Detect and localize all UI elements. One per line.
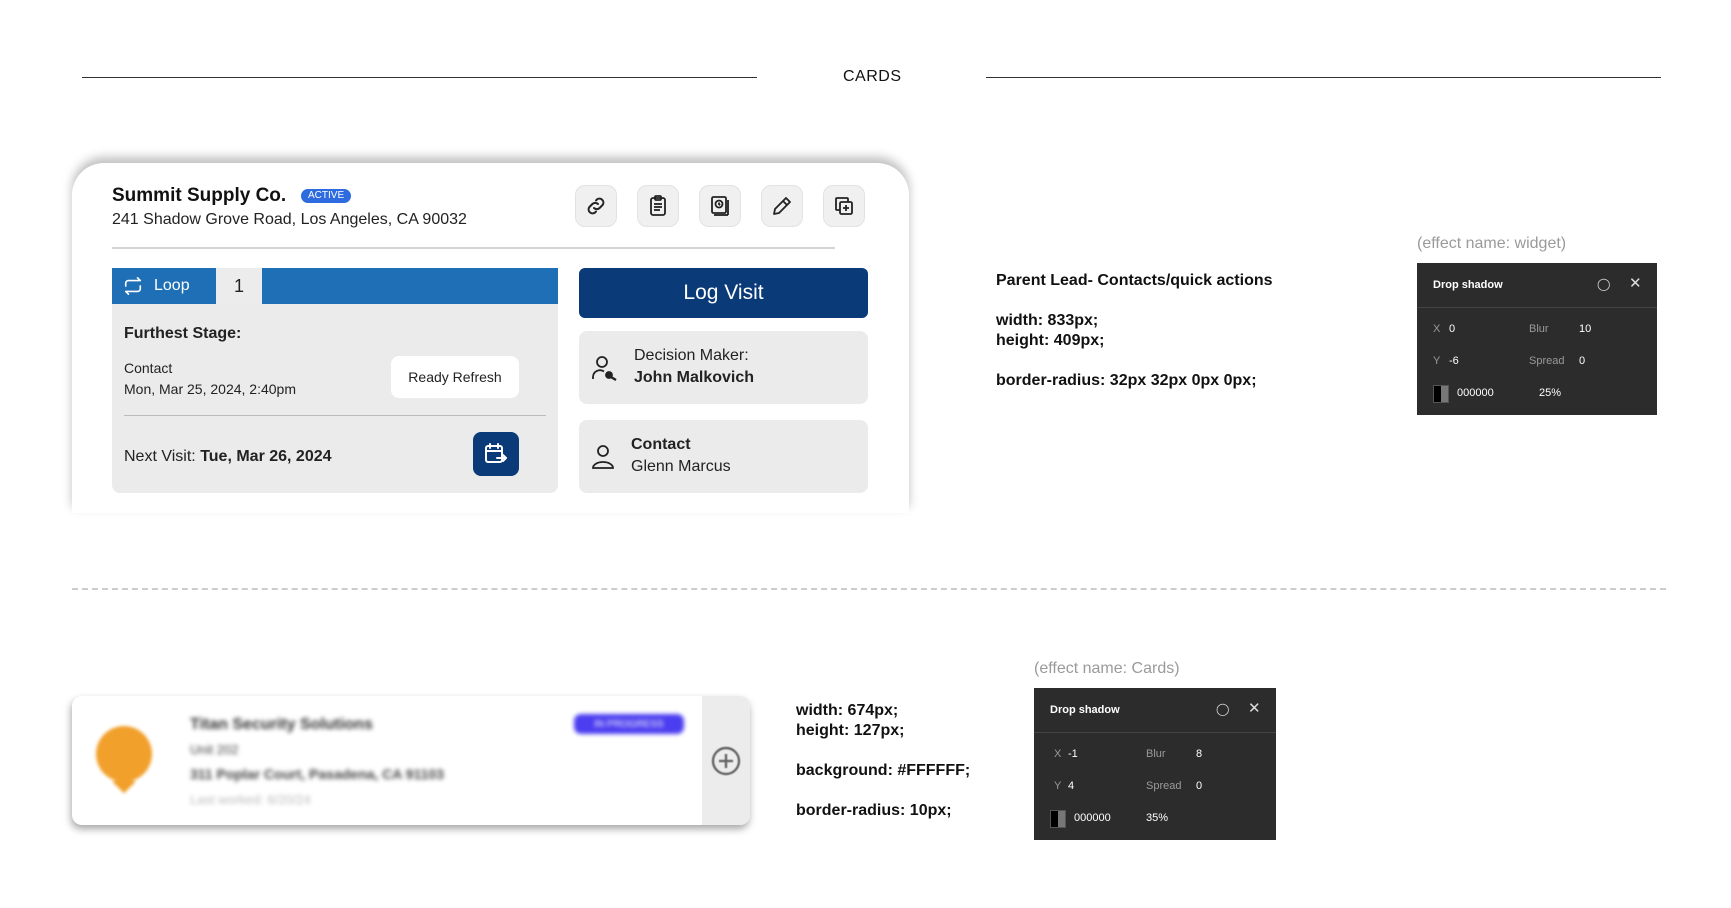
decision-maker-role: Decision Maker: (634, 347, 749, 364)
spec-title: Parent Lead- Contacts/quick actions (996, 272, 1273, 289)
color-swatch[interactable] (1433, 385, 1449, 403)
spec-small-height: height: 127px; (796, 722, 905, 739)
next-visit: Next Visit: Tue, Mar 26, 2024 (124, 448, 332, 466)
contact-name: Glenn Marcus (631, 458, 731, 475)
color-value[interactable]: 000000 (1074, 812, 1111, 824)
opacity-value[interactable]: 35% (1146, 812, 1168, 824)
contact-card[interactable]: Contact Glenn Marcus (579, 420, 868, 493)
company-name: Summit Supply Co. (112, 185, 287, 206)
stage-datetime: Mon, Mar 25, 2024, 2:40pm (124, 381, 296, 397)
stage-panel: Loop 1 Furthest Stage: Contact Mon, Mar … (112, 268, 558, 493)
clipboard-icon (650, 195, 666, 216)
furthest-stage-label: Furthest Stage: (124, 325, 242, 342)
spread-value[interactable]: 0 (1579, 355, 1585, 367)
section-separator (72, 588, 1666, 590)
next-visit-date: Tue, Mar 26, 2024 (200, 448, 332, 465)
pencil-icon (773, 197, 791, 215)
blur-label: Blur (1529, 323, 1549, 335)
drop-shadow-panel-cards: Drop shadow ◯ ✕ X -1 Blur 8 Y 4 Spread 0… (1034, 688, 1276, 840)
section-divider-right (986, 77, 1661, 78)
parent-lead-card: Summit Supply Co. ACTIVE 241 Shadow Grov… (72, 163, 909, 513)
section-title: CARDS (843, 68, 902, 85)
ready-refresh-button[interactable]: Ready Refresh (391, 356, 519, 398)
lead-title: Titan Security Solutions (190, 716, 373, 733)
close-icon[interactable]: ✕ (1248, 699, 1261, 717)
history-button[interactable] (699, 185, 741, 227)
link-icon (587, 197, 605, 215)
next-visit-label: Next Visit: (124, 448, 196, 465)
panel-title: Drop shadow (1050, 704, 1120, 716)
visibility-icon[interactable]: ◯ (1216, 702, 1229, 716)
duplicate-icon (835, 197, 853, 215)
blur-value[interactable]: 8 (1196, 748, 1202, 760)
calendar-arrow-icon (485, 443, 507, 463)
lead-last-worked: Last worked: 6/20/24 (190, 792, 311, 807)
company-address: 241 Shadow Grove Road, Los Angeles, CA 9… (112, 211, 467, 228)
loop-count: 1 (216, 268, 262, 304)
status-badge: ACTIVE (301, 189, 352, 203)
y-label: Y (1433, 355, 1441, 367)
user-key-icon (592, 356, 617, 382)
status-badge: IN PROGRESS (574, 714, 684, 734)
panel-title: Drop shadow (1433, 279, 1503, 291)
spec-small-background: background: #FFFFFF; (796, 762, 971, 779)
panel-divider (124, 415, 546, 416)
close-icon[interactable]: ✕ (1629, 274, 1642, 292)
visibility-icon[interactable]: ◯ (1597, 277, 1610, 291)
lead-unit: Unit 202 (190, 742, 239, 757)
spec-width: width: 833px; (996, 312, 1099, 329)
notes-button[interactable] (637, 185, 679, 227)
decision-maker-card[interactable]: Decision Maker: John Malkovich (579, 331, 868, 404)
plus-circle-icon (711, 746, 741, 775)
section-divider-left (82, 77, 757, 78)
x-value[interactable]: 0 (1449, 323, 1455, 335)
spread-value[interactable]: 0 (1196, 780, 1202, 792)
duplicate-button[interactable] (823, 185, 865, 227)
add-action-area[interactable] (702, 696, 750, 825)
x-value[interactable]: -1 (1068, 748, 1078, 760)
schedule-visit-button[interactable] (473, 432, 519, 476)
log-visit-button[interactable]: Log Visit (579, 268, 868, 318)
y-label: Y (1054, 780, 1062, 792)
user-icon (592, 445, 614, 469)
spread-label: Spread (1529, 355, 1565, 367)
blur-label: Blur (1146, 748, 1166, 760)
y-value[interactable]: -6 (1449, 355, 1459, 367)
effect-name-cards: (effect name: Cards) (1034, 660, 1180, 677)
color-value[interactable]: 000000 (1457, 387, 1494, 399)
contact-role: Contact (631, 436, 691, 453)
effect-name-widget: (effect name: widget) (1417, 235, 1567, 252)
stage-name: Contact (124, 360, 173, 376)
color-swatch[interactable] (1050, 810, 1066, 828)
spread-label: Spread (1146, 780, 1182, 792)
card-divider (112, 247, 835, 249)
loop-icon (124, 277, 142, 295)
blur-value[interactable]: 10 (1579, 323, 1591, 335)
location-pin-icon (96, 726, 152, 782)
x-label: X (1433, 323, 1441, 335)
decision-maker-name: John Malkovich (634, 369, 755, 386)
link-button[interactable] (575, 185, 617, 227)
spec-small-width: width: 674px; (796, 702, 899, 719)
spec-small-radius: border-radius: 10px; (796, 802, 952, 819)
y-value[interactable]: 4 (1068, 780, 1074, 792)
lead-card[interactable]: Titan Security Solutions Unit 202 311 Po… (72, 696, 750, 825)
drop-shadow-panel-widget: Drop shadow ◯ ✕ X 0 Blur 10 Y -6 Spread … (1417, 263, 1657, 415)
loop-label: Loop (154, 277, 190, 294)
edit-button[interactable] (761, 185, 803, 227)
opacity-value[interactable]: 25% (1539, 387, 1561, 399)
spec-height: height: 409px; (996, 332, 1105, 349)
loop-tab[interactable]: Loop (112, 268, 216, 304)
history-report-icon (711, 196, 729, 216)
spec-radius: border-radius: 32px 32px 0px 0px; (996, 372, 1257, 389)
x-label: X (1054, 748, 1062, 760)
lead-address: 311 Poplar Court, Pasadena, CA 91103 (190, 766, 444, 782)
